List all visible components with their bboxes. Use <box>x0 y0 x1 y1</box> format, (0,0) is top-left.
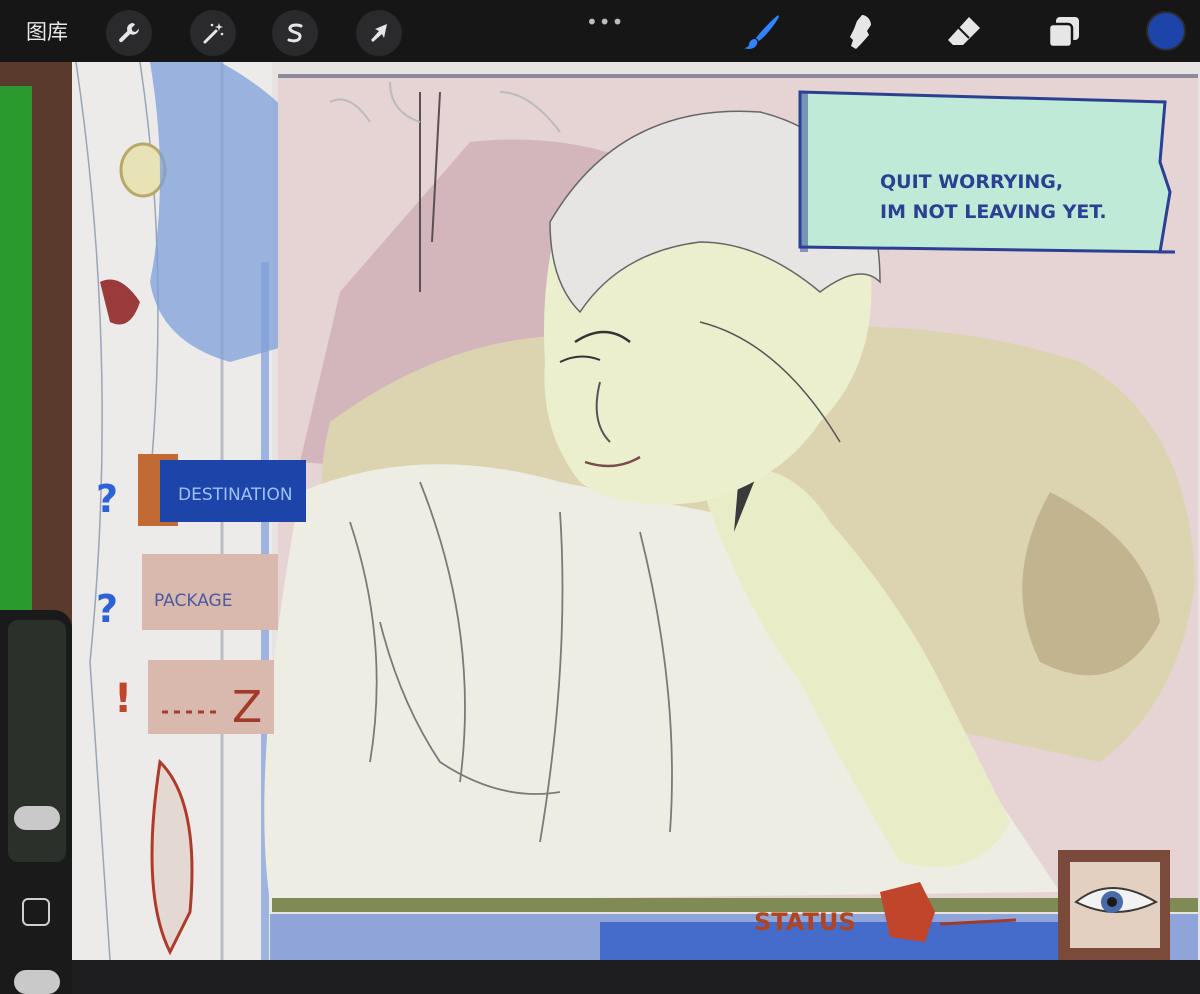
modify-button[interactable] <box>22 898 50 926</box>
smudge-icon <box>850 15 871 49</box>
layers-icon <box>1047 17 1079 49</box>
third-label-box: Z <box>148 660 274 734</box>
third-label: Z <box>232 682 262 733</box>
gallery-button[interactable]: 图库 <box>26 16 68 46</box>
destination-label: DESTINATION <box>178 485 293 505</box>
brush-tool-button[interactable] <box>740 10 784 54</box>
adjustments-button[interactable] <box>190 10 236 56</box>
question-mark-2: ? <box>96 587 118 631</box>
package-label: PACKAGE <box>154 591 232 611</box>
speech-bubble: QUIT WORRYING, IM NOT LEAVING YET. <box>798 90 1176 254</box>
status-label: STATUS <box>754 908 856 936</box>
opacity-slider-thumb[interactable] <box>14 970 60 994</box>
layers-button[interactable] <box>1042 10 1086 54</box>
magic-wand-icon <box>203 23 224 44</box>
round-light <box>119 142 167 198</box>
green-panel <box>0 86 32 646</box>
wrench-icon <box>119 23 140 43</box>
actions-button[interactable] <box>106 10 152 56</box>
bottom-bar <box>0 960 1200 994</box>
selection-icon <box>287 23 303 43</box>
question-mark-1: ? <box>96 477 118 521</box>
transform-button[interactable] <box>356 10 402 56</box>
smudge-tool-button[interactable] <box>840 10 884 54</box>
exclamation-mark: ! <box>114 676 132 722</box>
eraser-icon <box>948 17 980 45</box>
brush-size-slider-thumb[interactable] <box>14 806 60 830</box>
more-menu-button[interactable]: ••• <box>586 10 624 34</box>
top-toolbar: 图库 ••• <box>0 0 1200 62</box>
transform-arrow-icon <box>371 24 387 42</box>
brush-icon <box>744 15 779 49</box>
eraser-tool-button[interactable] <box>942 10 986 54</box>
package-label-box: PACKAGE <box>142 554 278 630</box>
color-picker-button[interactable] <box>1146 11 1186 51</box>
eye-portrait <box>1058 850 1170 960</box>
drawing-canvas[interactable]: QUIT WORRYING, IM NOT LEAVING YET. DESTI… <box>0 62 1200 960</box>
speech-line-1: QUIT WORRYING, <box>880 171 1063 193</box>
destination-label-box: DESTINATION <box>138 454 306 526</box>
selection-button[interactable] <box>272 10 318 56</box>
artwork-illustration: QUIT WORRYING, IM NOT LEAVING YET. DESTI… <box>0 62 1198 960</box>
speech-line-2: IM NOT LEAVING YET. <box>880 201 1107 223</box>
